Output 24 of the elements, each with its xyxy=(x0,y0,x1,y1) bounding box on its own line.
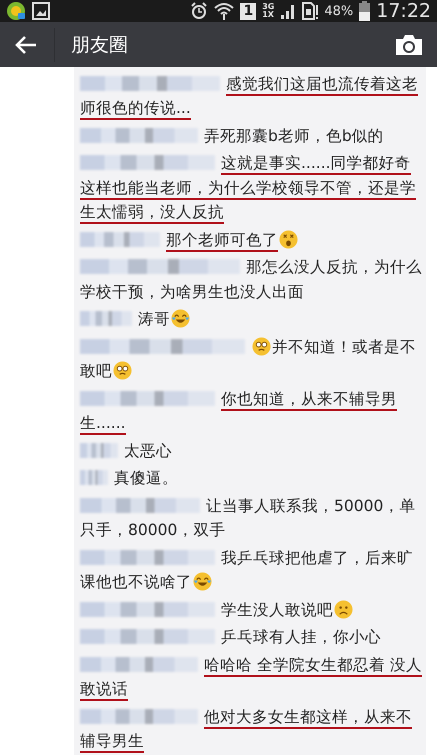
blurred-name xyxy=(80,442,118,458)
laughing-tears-face-icon xyxy=(193,572,212,591)
clock-time: 17:22 xyxy=(376,0,431,22)
blurred-name xyxy=(80,470,108,485)
back-arrow-icon[interactable] xyxy=(14,34,38,54)
wide-eyed-face-icon xyxy=(252,336,271,356)
laughing-tears-face-icon xyxy=(171,309,190,328)
network-type: 3G 1X xyxy=(262,3,274,19)
battery-icon xyxy=(359,1,370,21)
app-icon xyxy=(6,1,26,21)
page-title: 朋友圈 xyxy=(71,32,129,58)
sim-card-icon xyxy=(302,2,318,20)
sad-face-icon xyxy=(334,600,353,618)
image-icon xyxy=(32,2,50,20)
wifi-icon xyxy=(214,2,234,20)
comment-text: 那个老师可色了 xyxy=(166,230,278,252)
dizzy-face-icon xyxy=(279,230,298,248)
blurred-name xyxy=(80,311,132,326)
wide-eyed-face-icon xyxy=(113,361,132,380)
battery-percentage: 48% xyxy=(324,4,354,18)
camera-icon[interactable] xyxy=(395,34,423,56)
sim-slot-indicator: 1 xyxy=(240,2,256,20)
alarm-icon xyxy=(190,2,208,20)
signal-icon xyxy=(280,3,296,19)
